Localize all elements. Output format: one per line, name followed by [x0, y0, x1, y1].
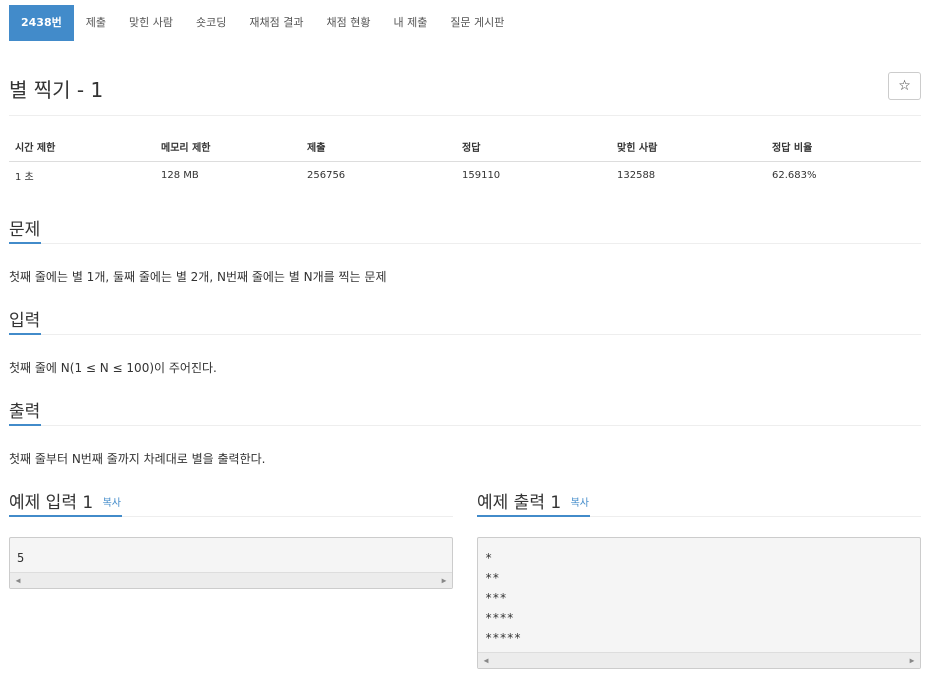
- tab-short-coding[interactable]: 숏코딩: [185, 5, 237, 41]
- sample-input-box[interactable]: 5 ◀ ▶: [9, 537, 453, 589]
- description-heading-row: 문제: [9, 215, 921, 244]
- submissions-value: 256756: [307, 170, 346, 182]
- input-section: 입력 첫째 줄에 N(1 ≤ N ≤ 100)이 주어진다.: [9, 306, 921, 376]
- header-time-limit: 시간 제한: [9, 132, 155, 162]
- output-heading-row: 출력: [9, 397, 921, 426]
- description-heading: 문제: [9, 215, 42, 244]
- horizontal-scrollbar[interactable]: ◀ ▶: [10, 572, 452, 588]
- header-accept-ratio: 정답 비율: [766, 132, 921, 162]
- tab-problem[interactable]: 2438번: [9, 5, 74, 41]
- scroll-left-icon[interactable]: ◀: [480, 653, 492, 669]
- problem-title-row: 별 찍기 - 1 ☆: [9, 70, 921, 116]
- copy-sample-output-button[interactable]: 복사: [571, 498, 589, 509]
- header-solved-users: 맞힌 사람: [611, 132, 766, 162]
- header-submissions: 제출: [301, 132, 456, 162]
- problem-info-table: 시간 제한 메모리 제한 제출 정답 맞힌 사람 정답 비율 1 초 128 M…: [9, 132, 921, 190]
- input-heading-row: 입력: [9, 306, 921, 335]
- problem-title: 별 찍기 - 1: [9, 78, 104, 102]
- star-icon: ☆: [898, 78, 911, 94]
- output-section: 출력 첫째 줄부터 N번째 줄까지 차례대로 별을 출력한다.: [9, 397, 921, 467]
- sample-output-content: * ** *** **** *****: [485, 551, 522, 645]
- tab-judge-status[interactable]: 채점 현황: [315, 5, 381, 41]
- sample-input-section: 예제 입력 1 복사 5 ◀ ▶: [9, 488, 453, 589]
- input-text: 첫째 줄에 N(1 ≤ N ≤ 100)이 주어진다.: [9, 361, 217, 375]
- horizontal-scrollbar[interactable]: ◀ ▶: [478, 652, 920, 668]
- scroll-left-icon[interactable]: ◀: [12, 573, 24, 589]
- tab-rejudge-results[interactable]: 재채점 결과: [238, 5, 314, 41]
- sample-input-heading-wrap: 예제 입력 1 복사: [9, 488, 122, 517]
- table-row: 1 초 128 MB 256756 159110 132588 62.683%: [9, 161, 921, 190]
- sample-input-content: 5: [17, 551, 25, 565]
- tab-solved-users[interactable]: 맞힌 사람: [118, 5, 184, 41]
- tab-question-board[interactable]: 질문 게시판: [439, 5, 515, 41]
- sample-output-section: 예제 출력 1 복사 * ** *** **** ***** ◀ ▶: [477, 488, 921, 669]
- time-limit-value: 1 초: [15, 172, 34, 184]
- copy-sample-input-button[interactable]: 복사: [103, 498, 121, 509]
- header-accepted: 정답: [456, 132, 611, 162]
- sample-input-heading: 예제 입력 1: [9, 493, 94, 513]
- sample-output-heading-row: 예제 출력 1 복사: [477, 488, 921, 517]
- header-memory-limit: 메모리 제한: [155, 132, 301, 162]
- description-text: 첫째 줄에는 별 1개, 둘째 줄에는 별 2개, N번째 줄에는 별 N개를 …: [9, 270, 387, 284]
- tab-submit[interactable]: 제출: [75, 5, 117, 41]
- tab-my-submissions[interactable]: 내 제출: [382, 5, 438, 41]
- solved-users-value: 132588: [617, 170, 656, 182]
- sample-output-box[interactable]: * ** *** **** ***** ◀ ▶: [477, 537, 921, 669]
- memory-limit-value: 128 MB: [161, 170, 199, 182]
- accept-ratio-value: 62.683%: [772, 170, 817, 182]
- description-section: 문제 첫째 줄에는 별 1개, 둘째 줄에는 별 2개, N번째 줄에는 별 N…: [9, 215, 921, 285]
- scroll-right-icon[interactable]: ▶: [906, 653, 918, 669]
- sample-output-heading: 예제 출력 1: [477, 493, 562, 513]
- problem-nav-tabs: 2438번 제출 맞힌 사람 숏코딩 재채점 결과 채점 현황 내 제출 질문 …: [9, 5, 515, 41]
- sample-output-heading-wrap: 예제 출력 1 복사: [477, 488, 590, 517]
- output-heading: 출력: [9, 397, 42, 426]
- table-header-row: 시간 제한 메모리 제한 제출 정답 맞힌 사람 정답 비율: [9, 132, 921, 162]
- scroll-right-icon[interactable]: ▶: [438, 573, 450, 589]
- sample-input-heading-row: 예제 입력 1 복사: [9, 488, 453, 517]
- favorite-button[interactable]: ☆: [888, 72, 921, 100]
- output-text: 첫째 줄부터 N번째 줄까지 차례대로 별을 출력한다.: [9, 452, 266, 466]
- input-heading: 입력: [9, 306, 42, 335]
- accepted-value: 159110: [462, 170, 501, 182]
